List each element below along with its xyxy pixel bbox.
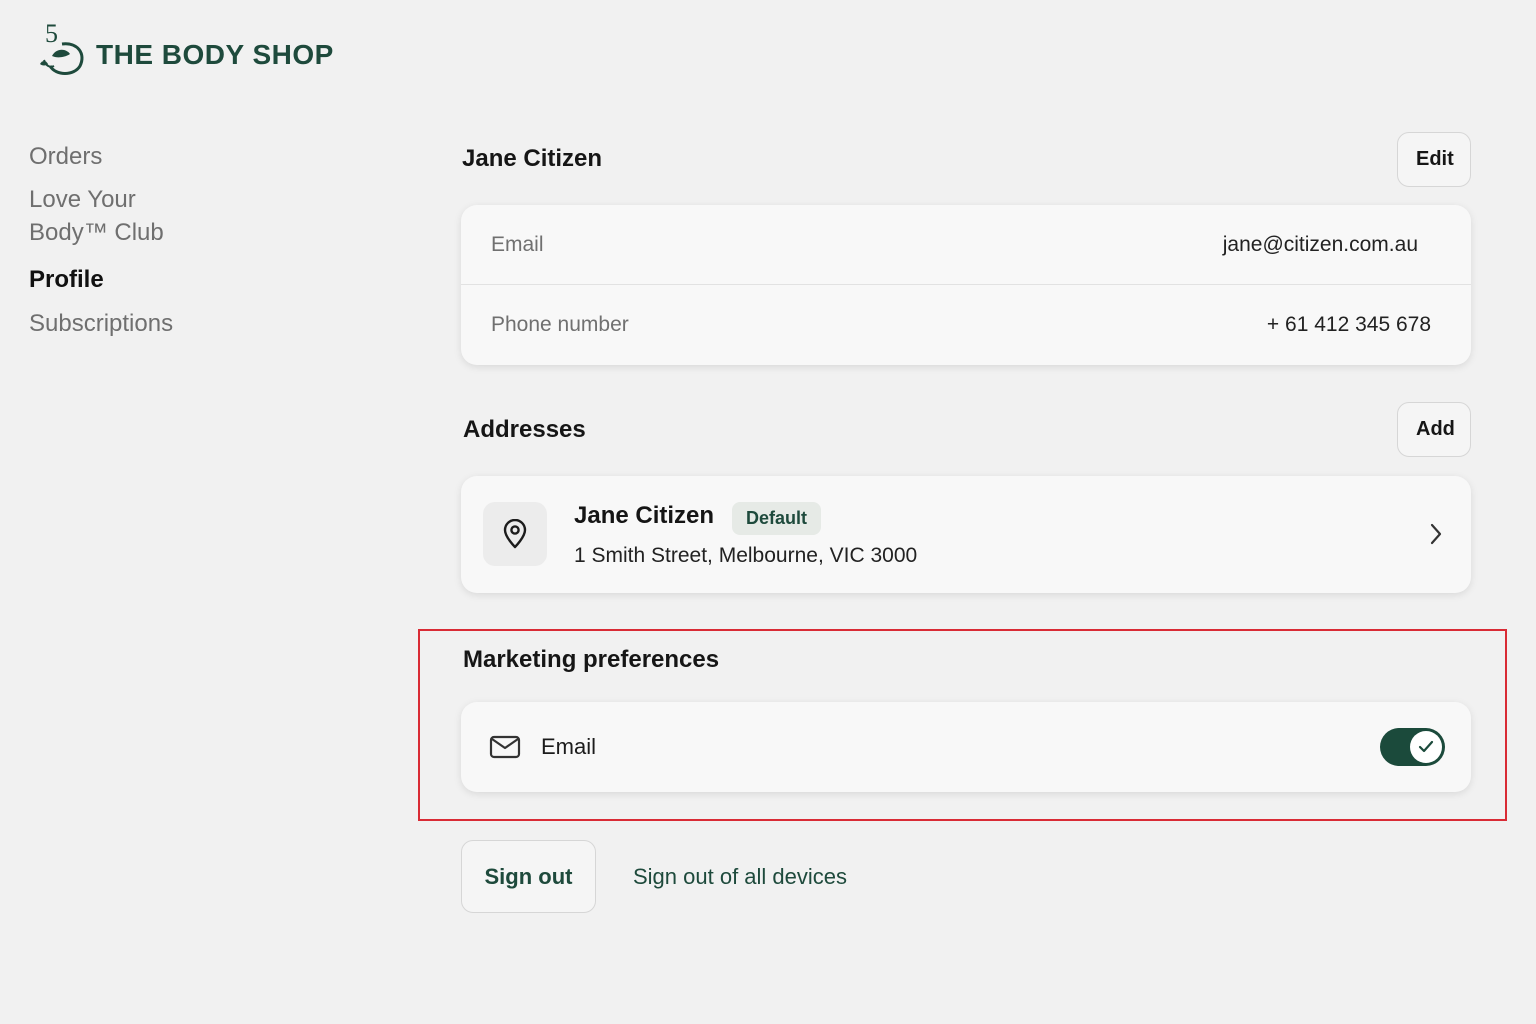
address-name: Jane Citizen: [574, 502, 715, 529]
leaf-logo-icon: 5: [40, 20, 84, 75]
toggle-knob: [1410, 731, 1442, 763]
phone-row: Phone number + 61 412 345 678: [461, 285, 1471, 365]
chevron-right-icon[interactable]: [1429, 522, 1443, 546]
marketing-email-label: Email: [541, 734, 597, 759]
brand-logo[interactable]: 5 THE BODY SHOP: [36, 20, 334, 76]
marketing-email-card: Email: [461, 702, 1471, 792]
phone-label: Phone number: [491, 313, 629, 336]
marketing-preferences-heading: Marketing preferences: [463, 646, 720, 673]
location-pin-icon-box: [483, 502, 547, 566]
addresses-heading: Addresses: [463, 416, 586, 443]
sidebar-item-orders[interactable]: Orders: [29, 140, 102, 173]
email-marketing-toggle[interactable]: [1380, 728, 1445, 766]
sidebar-item-subscriptions[interactable]: Subscriptions: [29, 307, 173, 340]
default-badge: Default: [732, 502, 822, 535]
sign-out-button[interactable]: Sign out: [461, 840, 596, 913]
brand-name: THE BODY SHOP: [96, 39, 334, 70]
profile-page: 5 THE BODY SHOP Orders Love Your Body™ C…: [0, 0, 1536, 1024]
checkmark-icon: [1418, 740, 1434, 753]
profile-name-heading: Jane Citizen: [462, 145, 603, 172]
sidebar-item-label-line1: Love Your: [29, 186, 136, 213]
add-address-button[interactable]: Add: [1397, 402, 1471, 457]
email-value: jane@citizen.com.au: [1222, 232, 1418, 256]
sidebar-item-label-line2: Body™ Club: [29, 219, 164, 246]
edit-profile-button[interactable]: Edit: [1397, 132, 1471, 187]
address-card[interactable]: Jane Citizen Default 1 Smith Street, Mel…: [461, 476, 1471, 593]
sidebar-item-profile[interactable]: Profile: [29, 263, 104, 296]
sign-out-all-devices-link[interactable]: Sign out of all devices: [633, 864, 847, 890]
svg-text:5: 5: [45, 20, 58, 48]
address-line: 1 Smith Street, Melbourne, VIC 3000: [574, 544, 918, 567]
sidebar-item-love-your-body-club[interactable]: Love Your Body™ Club: [29, 183, 164, 249]
mail-icon: [489, 735, 521, 759]
email-row: Email jane@citizen.com.au: [461, 205, 1471, 285]
phone-value: + 61 412 345 678: [1266, 313, 1431, 336]
email-label: Email: [491, 232, 544, 256]
location-pin-icon: [503, 519, 527, 549]
profile-details-card: Email jane@citizen.com.au Phone number +…: [461, 205, 1471, 365]
